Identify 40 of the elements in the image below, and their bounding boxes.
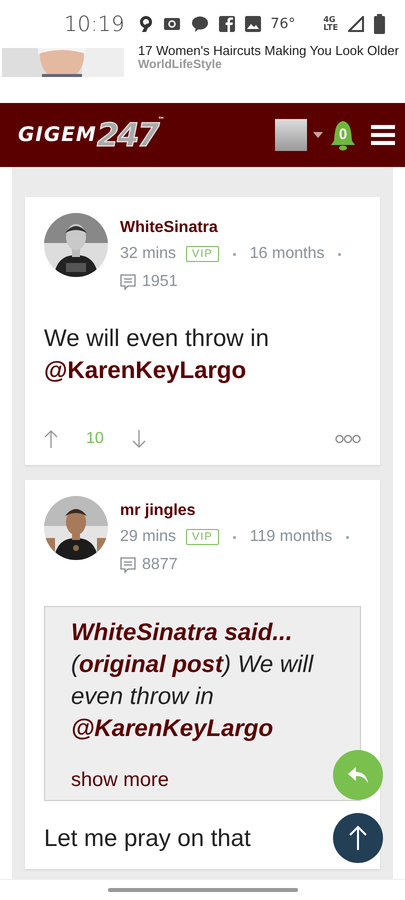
user-avatar[interactable] [275, 119, 307, 151]
temperature: 76° [270, 16, 296, 32]
arrow-up-icon [349, 825, 367, 851]
post-time: 32 mins [120, 245, 176, 263]
radio-icon [162, 16, 181, 32]
vip-badge: VIP [186, 246, 219, 262]
upvote-icon[interactable] [44, 429, 58, 449]
menu-icon[interactable] [371, 124, 395, 146]
ad-source: WorldLifeStyle [138, 57, 223, 71]
author-name[interactable]: mr jingles [120, 502, 360, 520]
comment-icon [120, 274, 136, 290]
member-tenure: 16 months [250, 245, 324, 263]
social-app-icon [218, 16, 235, 32]
clock-time: 10:19 [64, 12, 125, 36]
chat-icon [190, 15, 209, 33]
signal-icon [348, 16, 364, 32]
quote-text: WhiteSinatra said... (original post) We will even throw in @KarenKeyLargo [71, 618, 315, 744]
ad-headline[interactable]: 17 Women's Haircuts Making You Look Older [138, 44, 399, 57]
network-type: 4G LTE [323, 16, 338, 32]
show-more-link[interactable]: show more [71, 769, 334, 792]
member-tenure: 119 months [250, 528, 332, 546]
separator-dot [232, 536, 236, 538]
comment-count: 1951 [142, 273, 178, 291]
separator-dot [232, 252, 236, 256]
post-body: We will even throw in @KarenKeyLargo [44, 324, 270, 386]
separator-dot [338, 252, 342, 256]
separator-dot [346, 536, 350, 538]
reply-icon [347, 766, 369, 784]
post-body: Let me pray on that [44, 825, 251, 853]
caret-icon[interactable] [313, 132, 323, 138]
image-icon [244, 16, 261, 32]
comment-icon [120, 556, 136, 574]
more-options-icon[interactable] [335, 434, 361, 444]
battery-icon [374, 14, 386, 34]
author-name[interactable]: WhiteSinatra [120, 219, 360, 237]
downvote-icon[interactable] [132, 429, 146, 449]
vip-badge: VIP [186, 529, 219, 545]
vote-score: 10 [86, 430, 104, 448]
comment-count: 8877 [142, 556, 178, 574]
post-time: 29 mins [120, 528, 176, 546]
